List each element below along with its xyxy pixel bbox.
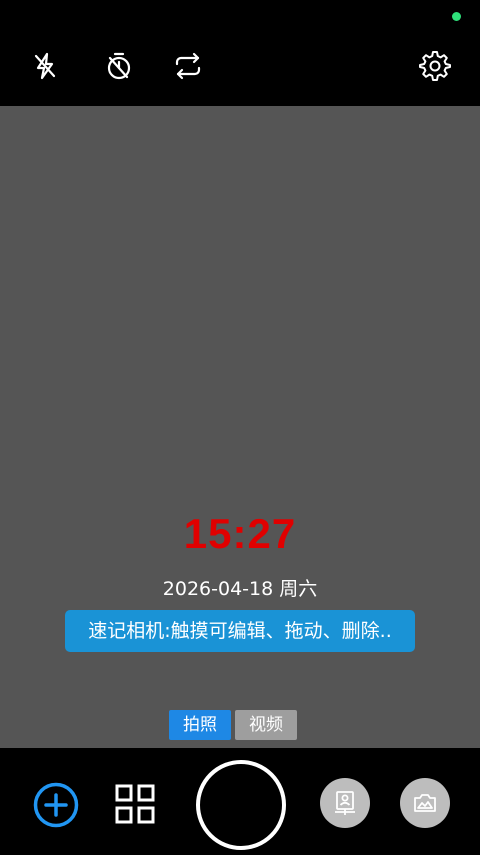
bottom-toolbar: [0, 748, 480, 855]
switch-camera-icon[interactable]: [170, 48, 206, 84]
grid-icon[interactable]: [115, 784, 155, 824]
note-banner[interactable]: 速记相机:触摸可编辑、拖动、删除..: [65, 610, 415, 652]
tab-video[interactable]: 视频: [235, 710, 297, 740]
add-button[interactable]: [33, 782, 79, 828]
capture-mode-tabs: 拍照 视频: [169, 710, 297, 740]
settings-icon[interactable]: [417, 48, 453, 84]
camera-screen: 15:27 2026-04-18 周六 速记相机:触摸可编辑、拖动、删除.. 拍…: [0, 0, 480, 855]
top-toolbar: [0, 0, 480, 106]
shutter-button[interactable]: [196, 760, 286, 850]
portrait-mode-icon[interactable]: [320, 778, 370, 828]
watermark-date[interactable]: 2026-04-18 周六: [0, 576, 480, 602]
gallery-icon[interactable]: [400, 778, 450, 828]
watermark-time[interactable]: 15:27: [0, 510, 480, 558]
timer-icon[interactable]: [101, 48, 137, 84]
camera-viewfinder[interactable]: 15:27 2026-04-18 周六 速记相机:触摸可编辑、拖动、删除.. 拍…: [0, 106, 480, 748]
flash-off-icon[interactable]: [27, 48, 63, 84]
tab-photo[interactable]: 拍照: [169, 710, 231, 740]
